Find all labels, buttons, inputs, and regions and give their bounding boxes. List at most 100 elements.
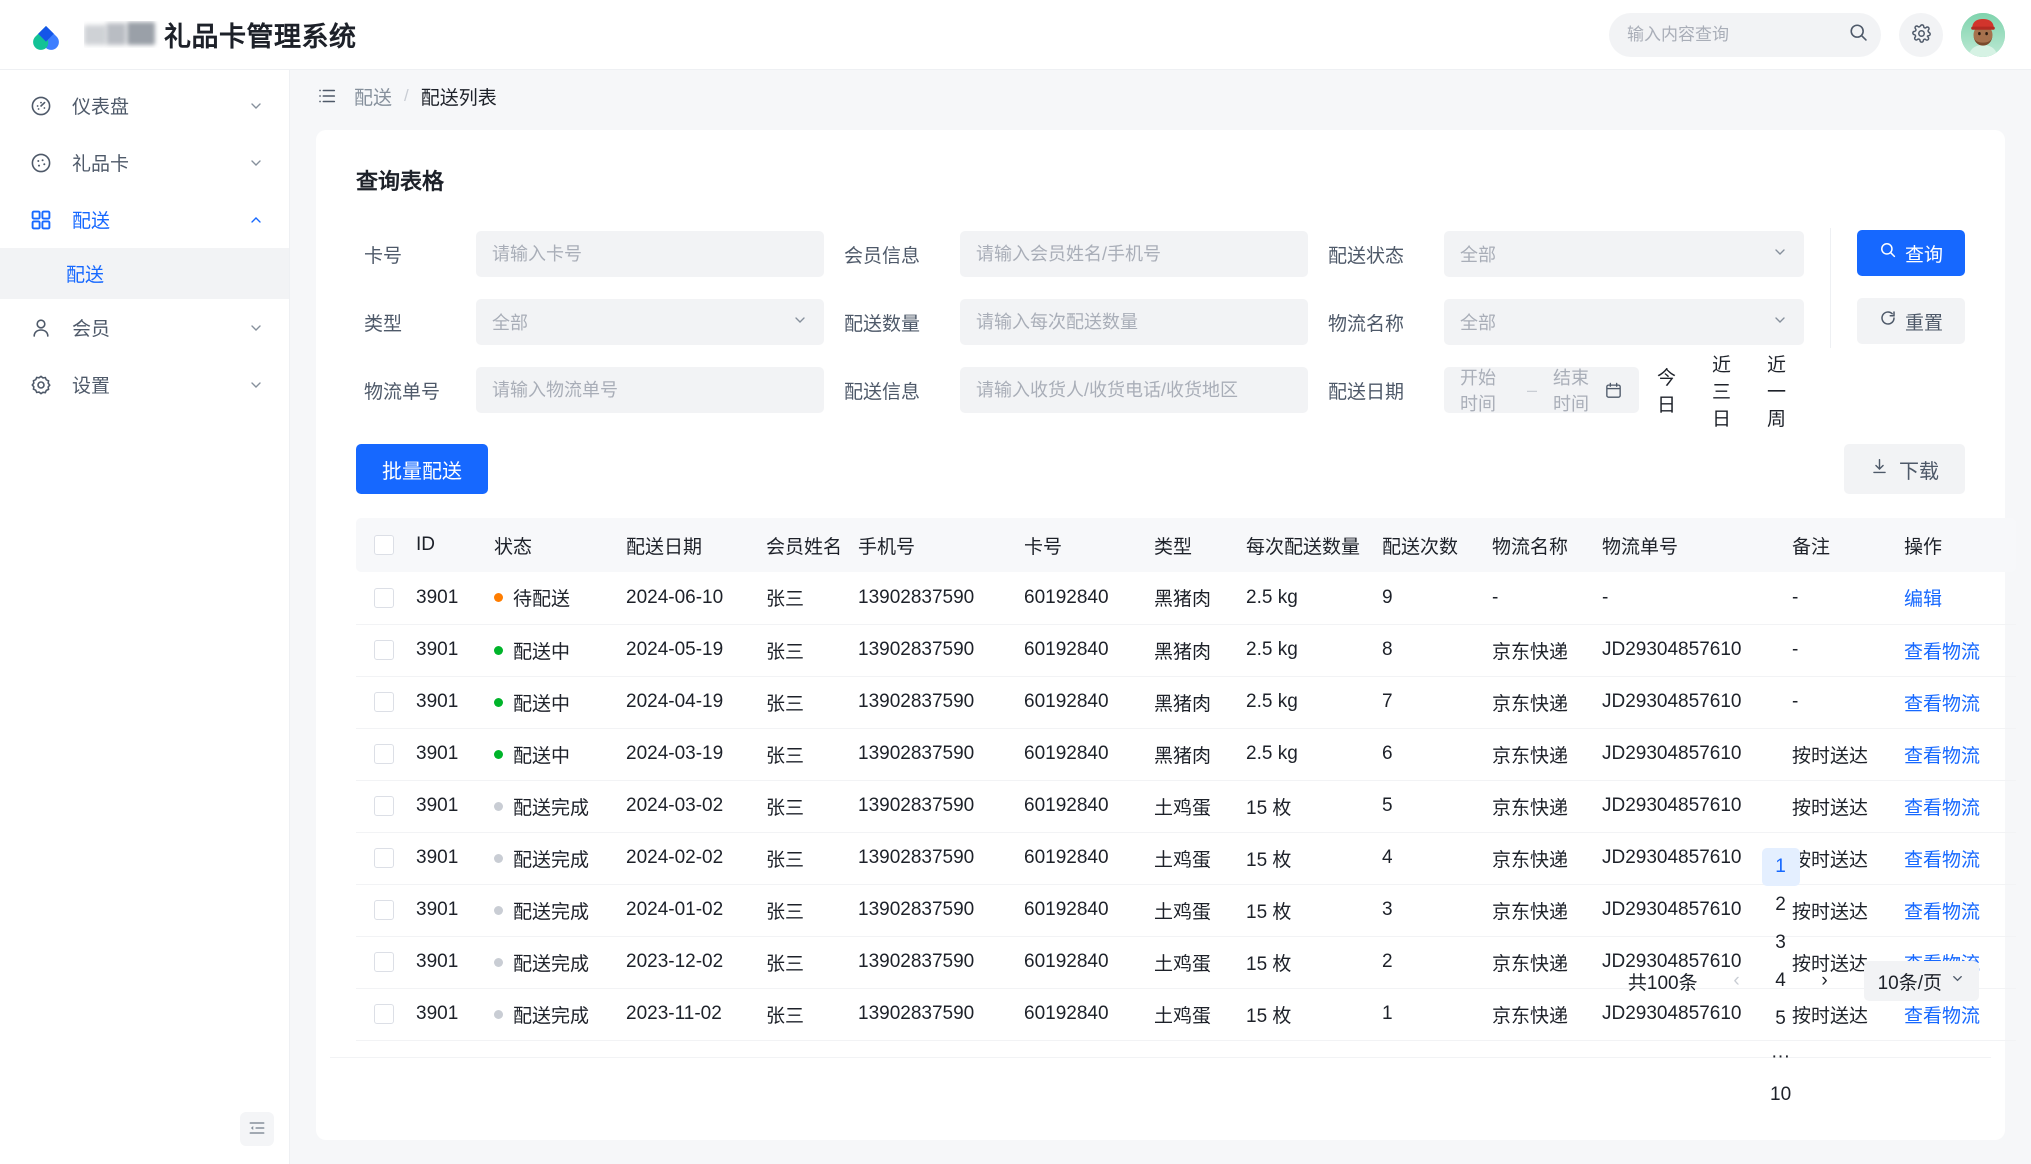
pagination-page-4[interactable]: 4: [1762, 962, 1800, 1000]
type-select[interactable]: 全部: [476, 299, 824, 345]
page-size-select[interactable]: 10条/页: [1863, 961, 1979, 1001]
sidebar-item-settings[interactable]: 设置: [0, 356, 289, 413]
select-all-checkbox[interactable]: [374, 534, 394, 555]
row-select-cell[interactable]: [356, 676, 410, 729]
row-action-link[interactable]: 查看物流: [1904, 746, 1980, 767]
ship-info-input[interactable]: [976, 379, 1292, 401]
cell-member-name: 张三: [760, 676, 852, 729]
quick-range-3days[interactable]: 近三日: [1694, 350, 1749, 431]
row-select-cell[interactable]: [356, 572, 410, 625]
chevron-down-icon: [1950, 970, 1965, 992]
row-action-link[interactable]: 查看物流: [1904, 694, 1980, 715]
global-search[interactable]: [1609, 12, 1881, 57]
row-select-cell[interactable]: [356, 988, 410, 1041]
cell-card-no: 60192840: [1018, 676, 1148, 729]
status-dot: [494, 645, 503, 655]
sidebar-item-dashboard[interactable]: 仪表盘: [0, 77, 289, 134]
row-checkbox[interactable]: [374, 587, 394, 608]
pagination-total: 共100条: [1627, 972, 1698, 994]
row-action-link[interactable]: 查看物流: [1904, 642, 1980, 663]
row-checkbox[interactable]: [374, 795, 394, 816]
pagination-page-2[interactable]: 2: [1762, 886, 1800, 924]
ship-qty-input[interactable]: [976, 311, 1292, 333]
member-info-input[interactable]: [976, 243, 1292, 265]
cell-type: 土鸡蛋: [1148, 988, 1240, 1041]
cell-type: 土鸡蛋: [1148, 936, 1240, 989]
date-dash: –: [1526, 379, 1537, 400]
batch-ship-button[interactable]: 批量配送: [356, 444, 488, 494]
page-size-value: 10条/页: [1877, 972, 1942, 994]
quick-range-week[interactable]: 近一周: [1749, 350, 1804, 431]
member-info-field[interactable]: [960, 231, 1308, 277]
sidebar-item-member[interactable]: 会员: [0, 299, 289, 356]
header-select-all[interactable]: [356, 518, 410, 572]
row-select-cell[interactable]: [356, 624, 410, 677]
status-label: 配送完成: [513, 849, 590, 871]
search-input[interactable]: [1627, 24, 1848, 45]
download-button[interactable]: 下载: [1844, 444, 1965, 494]
pagination-page-3[interactable]: 3: [1762, 924, 1800, 962]
pagination-prev[interactable]: ‹: [1718, 962, 1756, 1000]
row-checkbox[interactable]: [374, 1003, 394, 1024]
pagination-page-···[interactable]: ···: [1762, 1038, 1800, 1076]
row-select-cell[interactable]: [356, 884, 410, 937]
card-no-input[interactable]: [492, 243, 808, 265]
cell-id: 3901: [410, 988, 488, 1041]
type-value: 全部: [492, 313, 528, 333]
tracking-no-input[interactable]: [492, 379, 808, 401]
download-button-label: 下载: [1899, 460, 1939, 483]
cell-phone: 13902837590: [852, 884, 1018, 937]
ship-qty-field[interactable]: [960, 299, 1308, 345]
cell-id: 3901: [410, 624, 488, 677]
row-select-cell[interactable]: [356, 780, 410, 833]
cell-tracking: JD29304857610: [1596, 676, 1786, 729]
ship-info-field[interactable]: [960, 367, 1308, 413]
status-dot: [494, 957, 503, 967]
ship-date-end[interactable]: 结束时间: [1553, 364, 1604, 416]
search-button[interactable]: 查询: [1857, 230, 1965, 276]
ship-date-range-picker[interactable]: 开始时间 – 结束时间: [1444, 364, 1639, 416]
pagination-page-1[interactable]: 1: [1761, 848, 1800, 886]
row-checkbox[interactable]: [374, 847, 394, 868]
sidebar-subitem-delivery-list[interactable]: 配送: [0, 248, 289, 299]
cell-qty: 2.5 kg: [1240, 728, 1376, 781]
label-ship-qty: 配送数量: [844, 313, 921, 335]
header-remark: 备注: [1786, 518, 1898, 572]
quick-range-today[interactable]: 今日: [1639, 363, 1694, 417]
sidebar-item-giftcard[interactable]: 礼品卡: [0, 134, 289, 191]
ship-status-select[interactable]: 全部: [1444, 231, 1804, 277]
status-label: 配送中: [513, 641, 571, 663]
cell-date: 2024-01-02: [620, 884, 760, 937]
cell-times: 6: [1376, 728, 1486, 781]
cell-type: 黑猪肉: [1148, 728, 1240, 781]
avatar[interactable]: [1961, 12, 2005, 57]
list-icon[interactable]: [316, 85, 338, 107]
cell-logistics: -: [1486, 572, 1596, 625]
status-label: 配送中: [513, 745, 571, 767]
card-no-field[interactable]: [476, 231, 824, 277]
breadcrumb-parent[interactable]: 配送: [354, 83, 392, 110]
label-ship-status: 配送状态: [1328, 245, 1405, 267]
pagination-next[interactable]: ›: [1806, 962, 1844, 1000]
row-select-cell[interactable]: [356, 936, 410, 989]
reset-button[interactable]: 重置: [1857, 298, 1965, 344]
pagination-page-5[interactable]: 5: [1762, 1000, 1800, 1038]
row-action-link[interactable]: 编辑: [1904, 589, 1942, 610]
row-select-cell[interactable]: [356, 728, 410, 781]
row-checkbox[interactable]: [374, 639, 394, 660]
row-select-cell[interactable]: [356, 832, 410, 885]
row-action-link[interactable]: 查看物流: [1904, 798, 1980, 819]
row-checkbox[interactable]: [374, 899, 394, 920]
sidebar-collapse-button[interactable]: [240, 1112, 274, 1146]
logistics-name-select[interactable]: 全部: [1444, 299, 1804, 345]
row-checkbox[interactable]: [374, 691, 394, 712]
tracking-no-field[interactable]: [476, 367, 824, 413]
row-checkbox[interactable]: [374, 951, 394, 972]
row-checkbox[interactable]: [374, 743, 394, 764]
ship-date-start[interactable]: 开始时间: [1460, 364, 1511, 416]
settings-button[interactable]: [1899, 12, 1943, 57]
sidebar-item-delivery[interactable]: 配送: [0, 191, 289, 248]
pagination-page-10[interactable]: 10: [1762, 1076, 1800, 1114]
download-icon: [1870, 457, 1889, 482]
cell-id: 3901: [410, 884, 488, 937]
